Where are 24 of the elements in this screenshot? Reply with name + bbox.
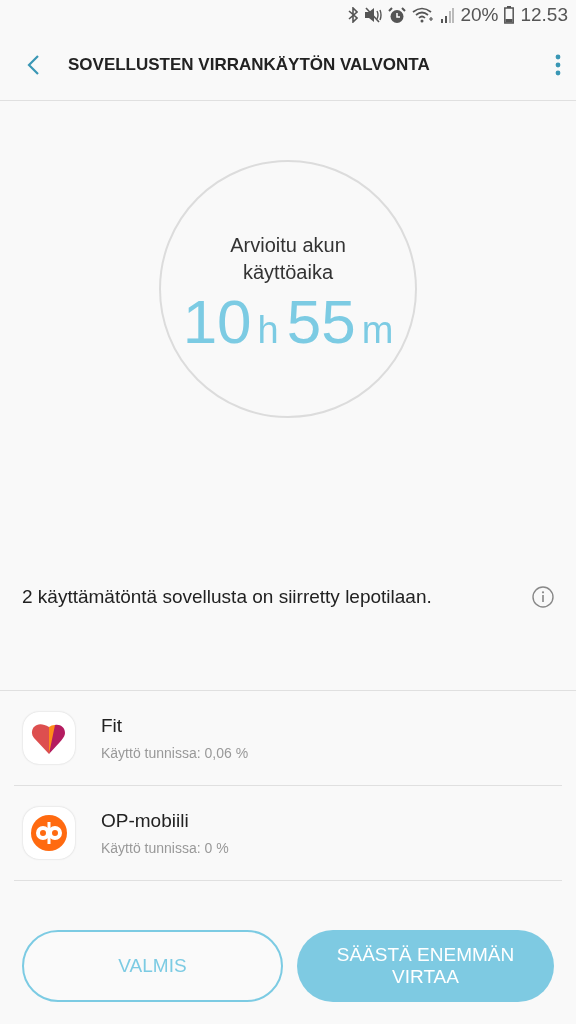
usage-text: Käyttö tunnissa: 0,06 % <box>101 745 249 761</box>
op-logo-icon <box>30 814 68 852</box>
signal-icon <box>440 7 455 23</box>
mute-icon <box>364 7 383 23</box>
done-button[interactable]: VALMIS <box>22 930 283 1002</box>
save-more-power-button[interactable]: SÄÄSTÄ ENEMMÄN VIRTAA <box>297 930 554 1002</box>
app-name: OP-mobiili <box>101 810 190 832</box>
usage-text: Käyttö tunnissa: 0 % <box>101 840 229 856</box>
app-name: Fit <box>101 715 124 737</box>
gauge-label: Arvioitu akun käyttöaika <box>229 233 347 285</box>
battery-icon <box>504 6 515 24</box>
screen-title: SOVELLUSTEN VIRRANKÄYTÖN VALVONTA <box>68 55 431 75</box>
clock-time: 12.53 <box>520 4 568 26</box>
wifi-icon <box>412 7 435 23</box>
alarm-icon <box>388 6 407 24</box>
heart-icon <box>31 721 67 755</box>
app-icon-tile[interactable] <box>23 712 75 764</box>
app-icon-tile[interactable] <box>23 807 75 859</box>
notice-text: 2 käyttämätöntä sovellusta on siirretty lepotilaan. <box>22 585 433 609</box>
info-icon[interactable] <box>532 586 554 608</box>
bluetooth-icon <box>348 7 359 23</box>
battery-time: 10 h 55 m <box>182 292 394 358</box>
battery-percent: 20% <box>460 4 499 26</box>
back-icon[interactable] <box>26 54 40 76</box>
